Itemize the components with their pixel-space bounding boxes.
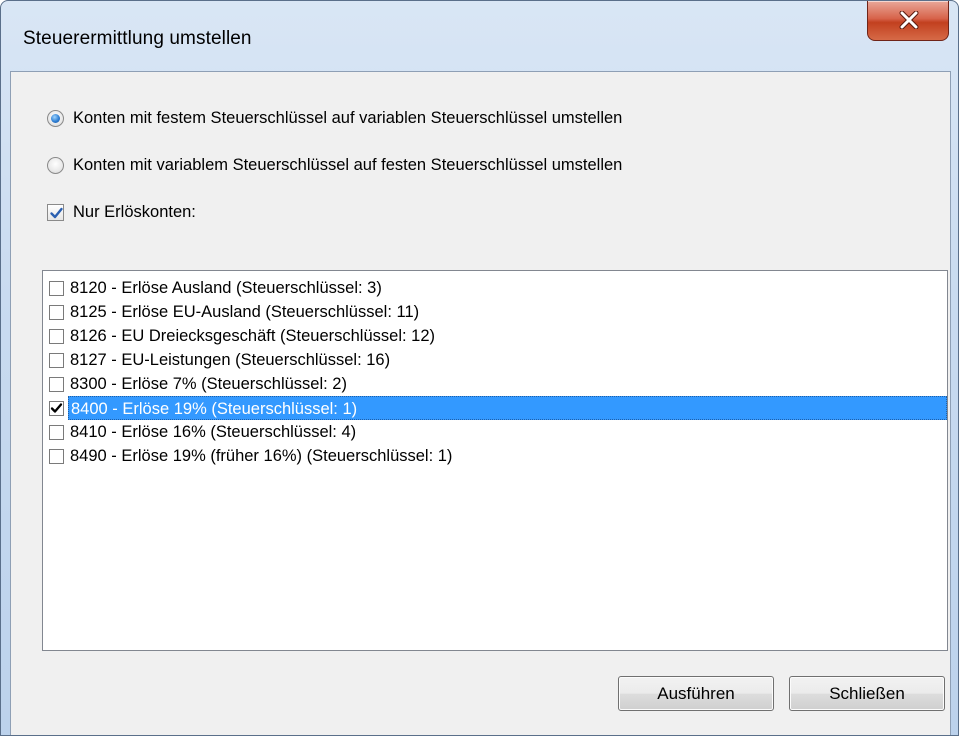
list-item[interactable]: 8127 - EU-Leistungen (Steuerschlüssel: 1… [49, 348, 947, 372]
window-title: Steuerermittlung umstellen [23, 28, 252, 49]
account-label: 8120 - Erlöse Ausland (Steuerschlüssel: … [70, 279, 382, 297]
account-checkbox[interactable] [49, 424, 64, 440]
radio-variable-to-fixed-label: Konten mit variablem Steuerschlüssel auf… [73, 156, 623, 174]
list-item[interactable]: 8120 - Erlöse Ausland (Steuerschlüssel: … [49, 276, 947, 300]
close-button[interactable]: Schließen [789, 676, 945, 711]
only-revenue-accounts-checkbox[interactable] [47, 204, 64, 221]
radio-fixed-to-variable-label: Konten mit festem Steuerschlüssel auf va… [73, 109, 623, 127]
execute-button[interactable]: Ausführen [618, 676, 774, 711]
dialog-window: Steuerermittlung umstellen Konten mit fe… [0, 0, 959, 736]
radio-variable-to-fixed-option[interactable]: Konten mit variablem Steuerschlüssel auf… [47, 156, 622, 175]
list-item[interactable]: 8490 - Erlöse 19% (früher 16%) (Steuersc… [49, 444, 947, 468]
list-item[interactable]: 8126 - EU Dreiecksgeschäft (Steuerschlüs… [49, 324, 947, 348]
only-revenue-accounts-option[interactable]: Nur Erlöskonten: [47, 203, 196, 222]
radio-variable-to-fixed[interactable] [47, 157, 64, 174]
account-label: 8127 - EU-Leistungen (Steuerschlüssel: 1… [70, 351, 391, 369]
title-bar[interactable]: Steuerermittlung umstellen [1, 1, 958, 81]
check-icon [50, 207, 63, 219]
list-item[interactable]: 8300 - Erlöse 7% (Steuerschlüssel: 2) [49, 372, 947, 396]
radio-fixed-to-variable-option[interactable]: Konten mit festem Steuerschlüssel auf va… [47, 109, 622, 128]
account-label: 8410 - Erlöse 16% (Steuerschlüssel: 4) [70, 423, 357, 441]
account-label: 8300 - Erlöse 7% (Steuerschlüssel: 2) [70, 375, 347, 393]
radio-fixed-to-variable[interactable] [47, 110, 64, 127]
account-label: 8490 - Erlöse 19% (früher 16%) (Steuersc… [70, 447, 453, 465]
list-item[interactable]: 8125 - Erlöse EU-Ausland (Steuerschlüsse… [49, 300, 947, 324]
close-window-button[interactable] [867, 1, 949, 41]
account-label: 8126 - EU Dreiecksgeschäft (Steuerschlüs… [70, 327, 435, 345]
account-checkbox[interactable] [49, 304, 64, 320]
close-icon [899, 11, 919, 29]
account-checkbox[interactable] [49, 328, 64, 344]
check-icon [50, 402, 63, 413]
dialog-content: Konten mit festem Steuerschlüssel auf va… [10, 71, 951, 735]
account-label: 8125 - Erlöse EU-Ausland (Steuerschlüsse… [70, 303, 420, 321]
account-checkbox[interactable] [49, 376, 64, 392]
accounts-listbox[interactable]: 8120 - Erlöse Ausland (Steuerschlüssel: … [42, 270, 948, 651]
list-item[interactable]: 8410 - Erlöse 16% (Steuerschlüssel: 4) [49, 420, 947, 444]
account-checkbox[interactable] [49, 280, 64, 296]
list-item-selected[interactable]: 8400 - Erlöse 19% (Steuerschlüssel: 1) [49, 396, 947, 420]
account-checkbox[interactable] [49, 448, 64, 464]
account-checkbox[interactable] [49, 352, 64, 368]
account-checkbox-checked[interactable] [49, 400, 64, 416]
only-revenue-accounts-label: Nur Erlöskonten: [73, 203, 196, 221]
account-label: 8400 - Erlöse 19% (Steuerschlüssel: 1) [68, 396, 947, 420]
